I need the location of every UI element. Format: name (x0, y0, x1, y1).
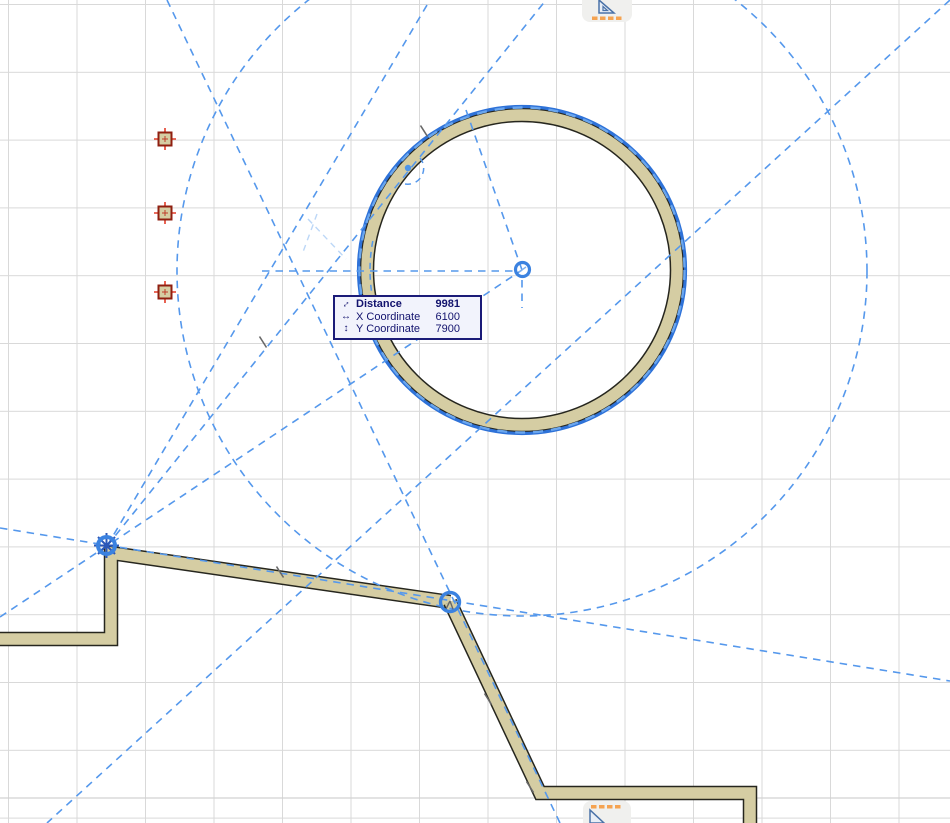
tracker-row-y: ↕ Y Coordinate 7900 (338, 323, 475, 336)
coordinate-tracker-tooltip: ↔ Distance 9981 ↔ X Coordinate 6100 ↕ Y … (333, 295, 482, 340)
floor-plan-drawing (0, 0, 950, 823)
tracker-row-distance: ↔ Distance 9981 (338, 296, 475, 311)
y-axis-arrow-icon: ↕ (343, 323, 349, 334)
tracker-row-x: ↔ X Coordinate 6100 (338, 311, 475, 324)
drawing-canvas[interactable]: ↔ Distance 9981 ↔ X Coordinate 6100 ↕ Y … (0, 0, 950, 823)
edit-point-dot[interactable] (404, 164, 412, 172)
guide-tab-top[interactable] (582, 0, 632, 22)
guide-tab-bottom[interactable] (583, 801, 631, 823)
